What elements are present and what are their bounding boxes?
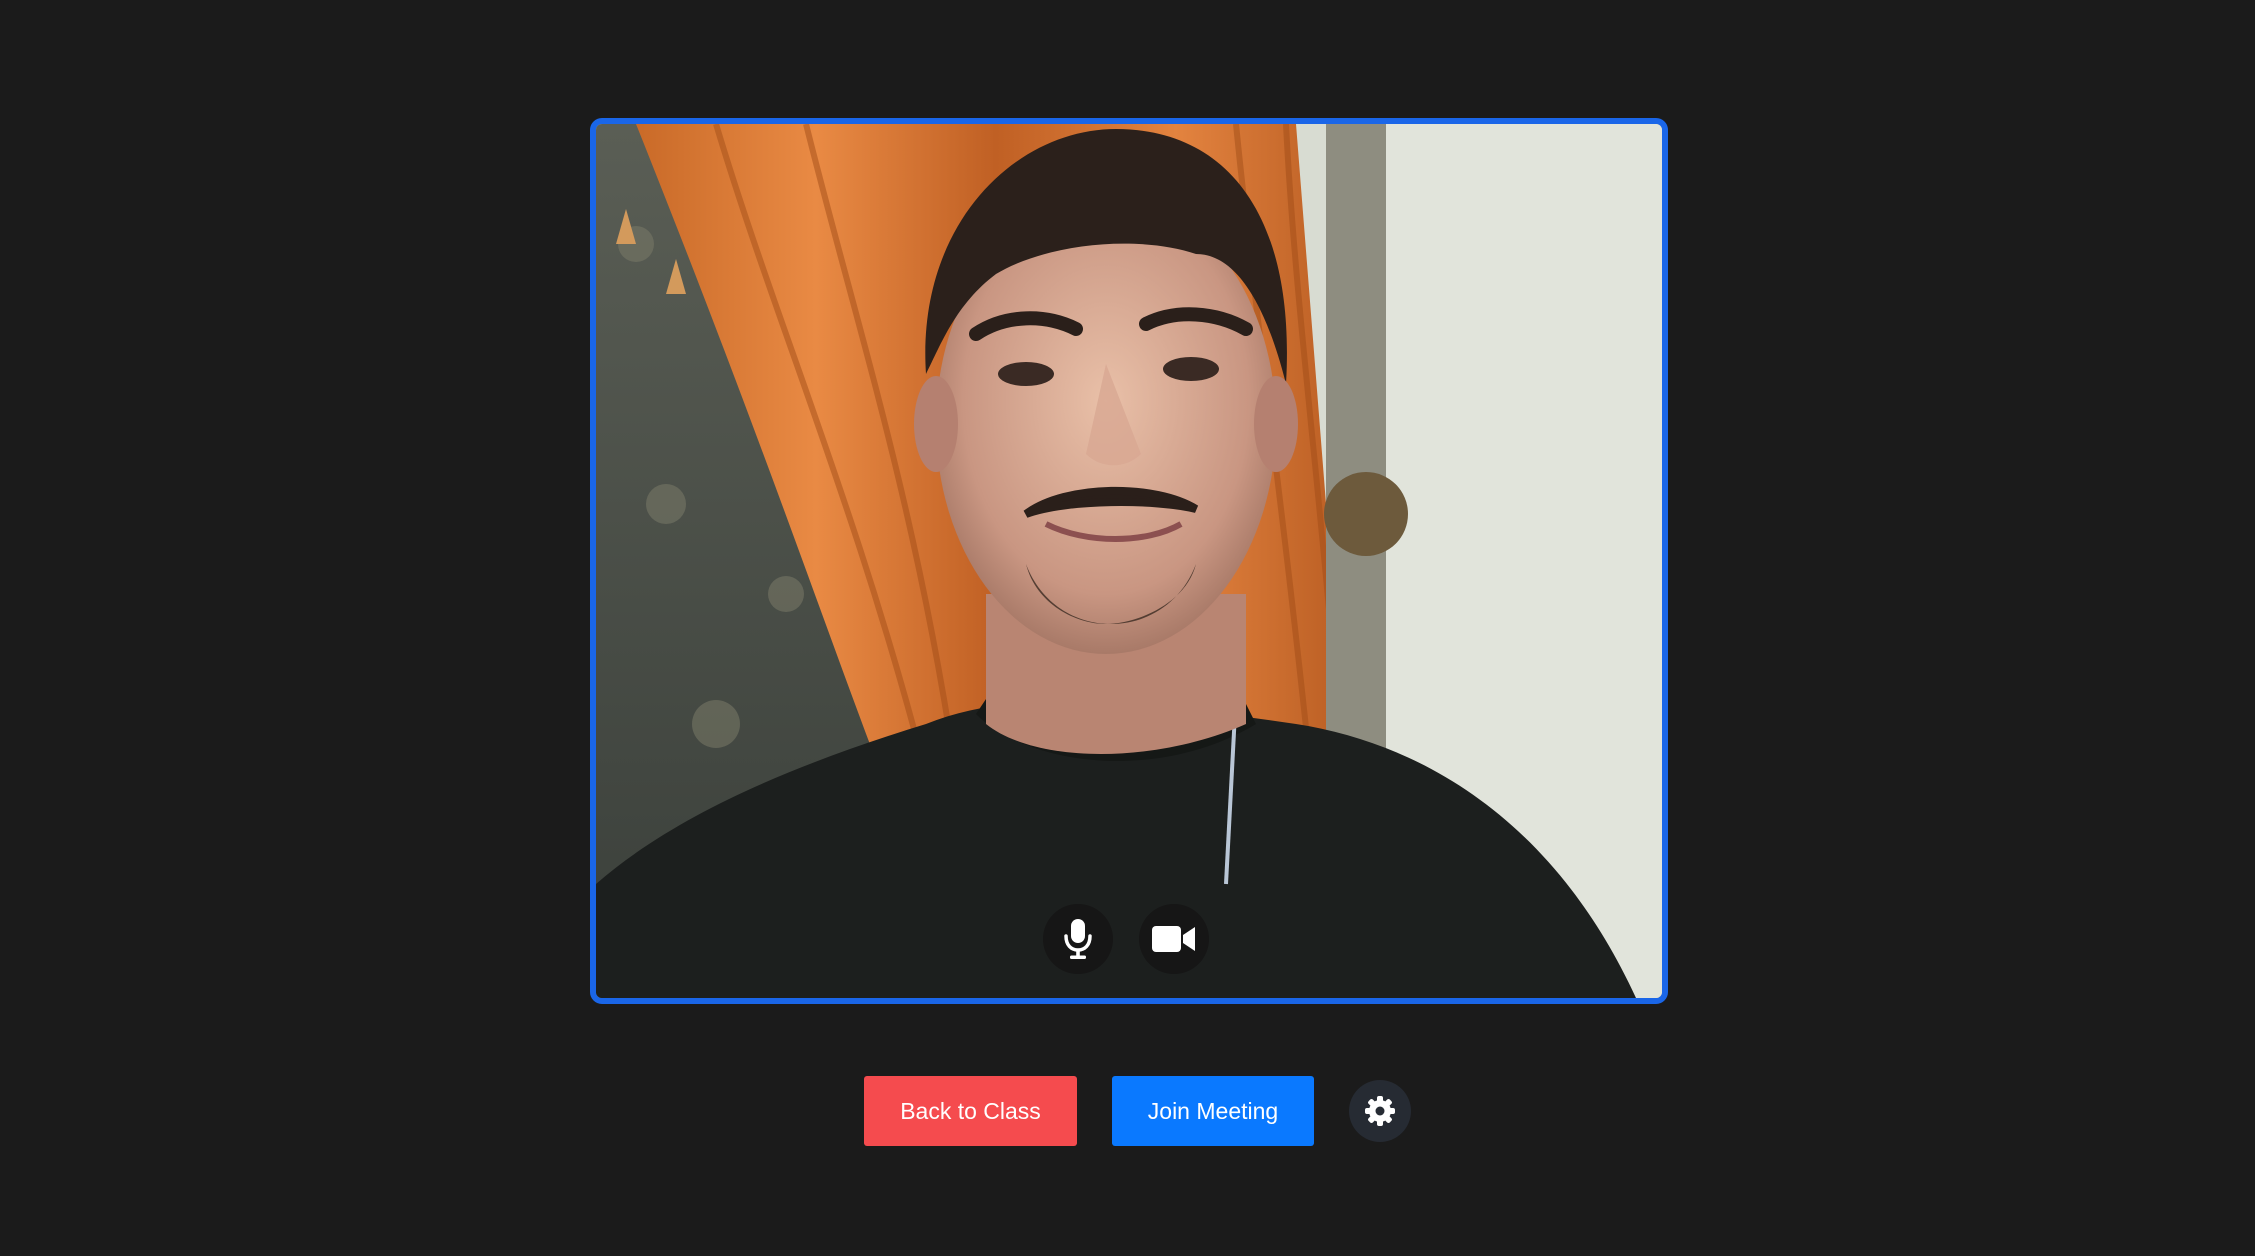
video-controls (596, 904, 1662, 974)
camera-toggle-button[interactable] (1139, 904, 1209, 974)
lobby-actions: Back to Class Join Meeting (0, 1076, 2255, 1146)
microphone-toggle-button[interactable] (1043, 904, 1113, 974)
webcam-feed (596, 124, 1662, 998)
camera-preview (590, 118, 1668, 1004)
video-camera-icon (1152, 926, 1195, 952)
join-meeting-button[interactable]: Join Meeting (1112, 1076, 1314, 1146)
back-to-class-button[interactable]: Back to Class (864, 1076, 1077, 1146)
gear-icon (1365, 1096, 1395, 1126)
microphone-icon (1064, 919, 1092, 959)
meeting-lobby: Back to Class Join Meeting (0, 0, 2255, 1256)
settings-button[interactable] (1349, 1080, 1411, 1142)
